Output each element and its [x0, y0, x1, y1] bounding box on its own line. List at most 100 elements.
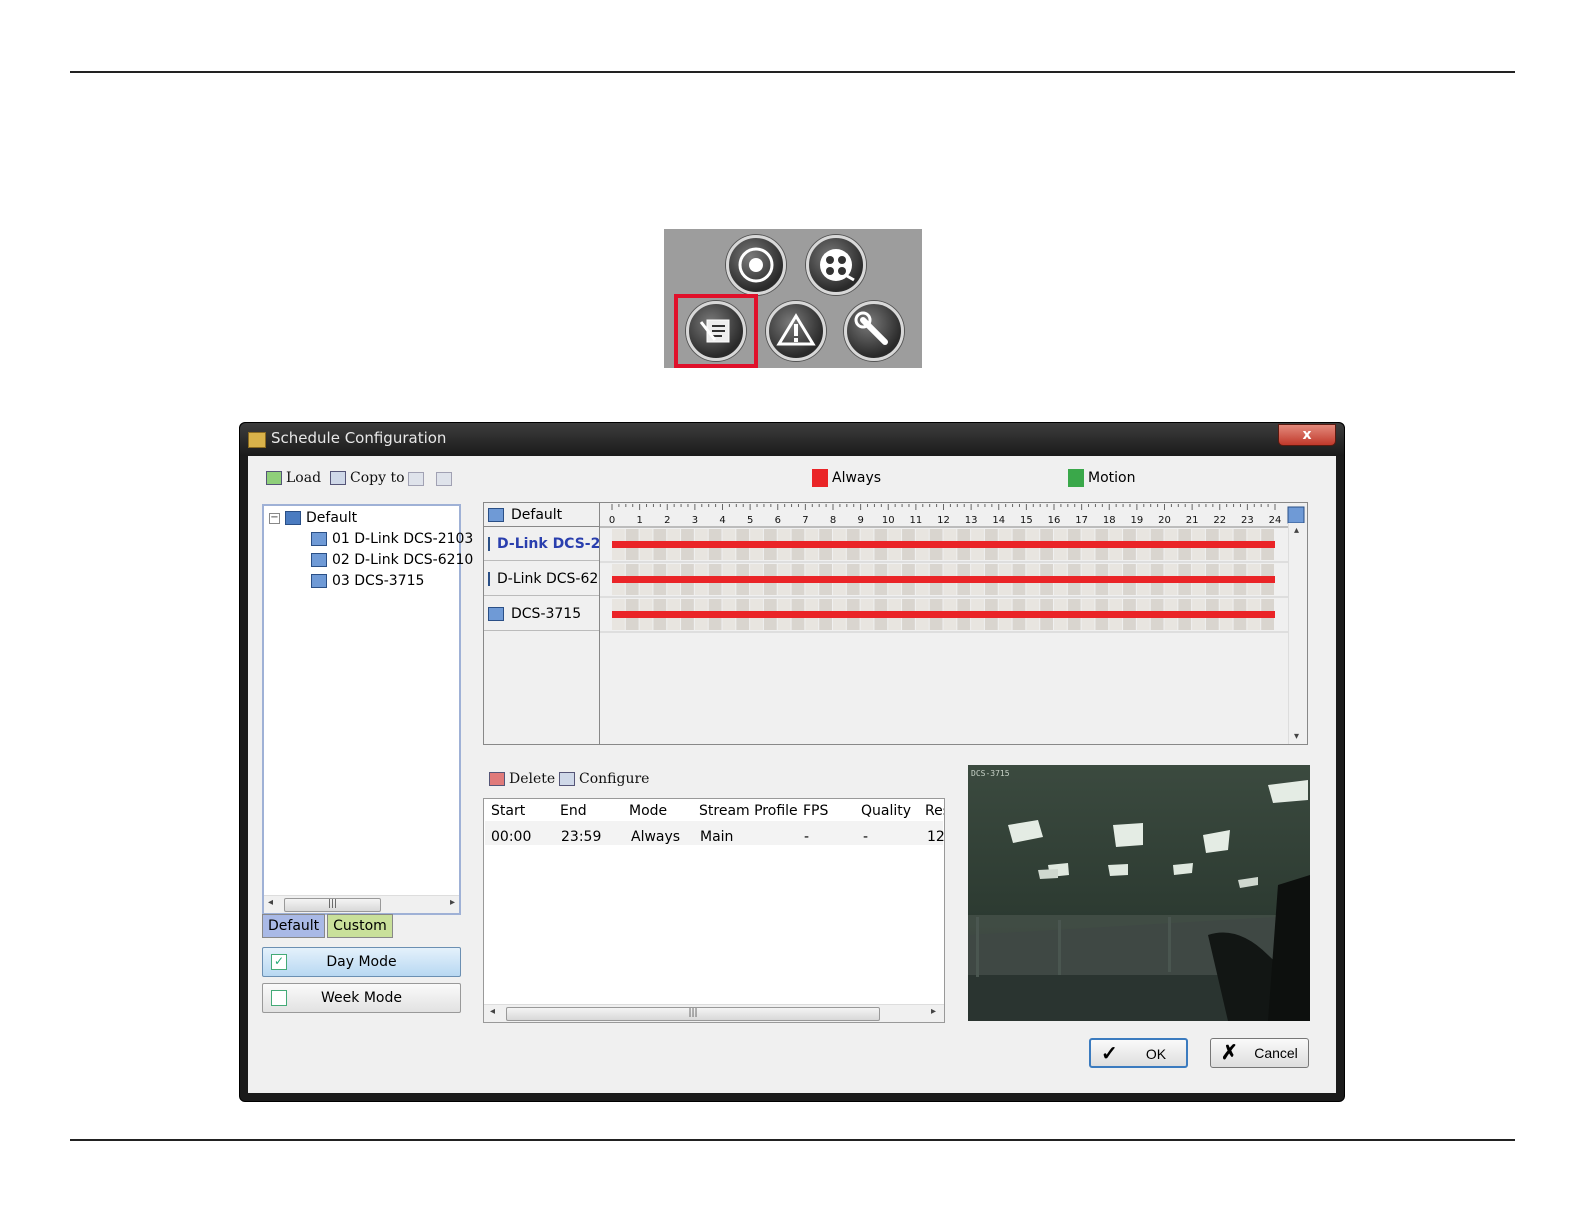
ok-button[interactable]: ✓ OK — [1089, 1038, 1188, 1068]
column-header[interactable]: Start — [491, 803, 525, 819]
tree-item[interactable]: 03 DCS-3715 — [311, 573, 424, 589]
camera-icon — [488, 571, 490, 586]
playback-icon[interactable] — [806, 235, 866, 295]
hour-label: 20 — [1158, 515, 1171, 526]
move-up-button[interactable] — [408, 472, 424, 486]
camera-tree: − Default 01 D-Link DCS-2103 02 D-Link D… — [262, 504, 473, 915]
window-title: Schedule Configuration — [271, 429, 447, 447]
cell: - — [804, 829, 810, 845]
tree-item[interactable]: 01 D-Link DCS-2103 — [311, 531, 473, 547]
column-header[interactable]: Quality — [861, 803, 911, 819]
schedule-row-camera[interactable]: D-Link DCS-6210 — [484, 562, 599, 596]
column-header[interactable]: Stream Profile — [699, 803, 798, 819]
column-header[interactable]: FPS — [803, 803, 828, 819]
camera-preview: DCS-3715 — [968, 765, 1310, 1021]
tab-custom[interactable]: Custom — [327, 914, 393, 938]
timeline[interactable]: 0 1 2 3 4 5 6 7 8 9 10 11 12 13 14 15 16 17 18 19 20 21 22 23 24 — [600, 503, 1306, 744]
camera-icon — [311, 553, 327, 567]
tab-default[interactable]: Default — [262, 914, 326, 938]
scroll-down-icon[interactable]: ▾ — [1294, 731, 1299, 742]
delete-label: Delete — [509, 771, 556, 787]
hour-label: 11 — [910, 515, 923, 526]
setup-icon[interactable] — [844, 301, 904, 361]
list-horizontal-scrollbar[interactable]: ◂ ||| ▸ — [484, 1004, 944, 1022]
hour-label: 1 — [636, 515, 642, 526]
scrollbar-thumb[interactable]: ||| — [506, 1007, 880, 1021]
ok-label: OK — [1145, 1046, 1167, 1062]
schedule-row-camera[interactable]: DCS-3715 — [484, 597, 599, 631]
tree-item[interactable]: 02 D-Link DCS-6210 — [311, 552, 473, 568]
hour-label: 6 — [775, 515, 781, 526]
scroll-right-icon[interactable]: ▸ — [450, 897, 455, 908]
delete-button[interactable]: Delete — [489, 771, 555, 787]
live-view-icon[interactable] — [726, 235, 786, 295]
hour-label: 3 — [692, 515, 698, 526]
collapse-icon[interactable]: − — [269, 512, 280, 524]
day-mode-checkbox[interactable]: ✓ — [271, 954, 287, 970]
grid-header: Default — [484, 503, 599, 527]
always-swatch — [812, 469, 828, 487]
hour-label: 18 — [1103, 515, 1116, 526]
day-mode-label: Day Mode — [326, 954, 397, 970]
cell: - — [863, 829, 869, 845]
column-header[interactable]: Mode — [629, 803, 667, 819]
bottom-rule — [70, 1139, 1515, 1141]
always-schedule-bar[interactable] — [612, 611, 1275, 618]
configure-button[interactable]: Configure — [559, 771, 649, 787]
cancel-button[interactable]: ✗ Cancel — [1210, 1038, 1309, 1068]
close-button[interactable]: x — [1278, 424, 1336, 446]
day-mode-button[interactable]: ✓ Day Mode — [262, 947, 461, 977]
move-down-icon — [436, 472, 452, 486]
group-icon — [285, 511, 301, 525]
week-mode-button[interactable]: Week Mode — [262, 983, 461, 1013]
tree-item-label: 03 DCS-3715 — [332, 573, 425, 589]
hour-label: 2 — [664, 515, 670, 526]
window-client-area: Load Copy to − Default 01 D-Link DCS-210… — [248, 456, 1336, 1093]
alarm-icon[interactable] — [766, 301, 826, 361]
cell: 23:59 — [561, 829, 602, 845]
tree-horizontal-scrollbar[interactable]: ◂ ||| ▸ — [264, 895, 459, 913]
load-label: Load — [286, 470, 322, 486]
tree-root[interactable]: − Default — [269, 510, 357, 526]
move-up-icon — [408, 472, 424, 486]
schedule-row-camera[interactable]: D-Link DCS-2103 — [484, 527, 599, 561]
copy-to-button[interactable]: Copy to — [330, 470, 405, 486]
copy-icon — [330, 471, 346, 485]
grid-vertical-scrollbar[interactable]: ▴ ▾ — [1288, 523, 1307, 744]
legend-always: Always — [812, 469, 881, 487]
tree-root-label: Default — [306, 510, 358, 526]
configure-icon — [559, 772, 575, 786]
column-header[interactable]: Res — [925, 803, 944, 819]
camera-icon — [488, 536, 490, 551]
schedule-configuration-window: Schedule Configuration x Load Copy to − … — [239, 422, 1345, 1102]
scroll-up-icon[interactable]: ▴ — [1294, 525, 1299, 536]
hour-label: 0 — [609, 515, 615, 526]
scroll-left-icon[interactable]: ◂ — [490, 1006, 495, 1017]
schedule-highlight — [674, 294, 758, 368]
camera-name-column: Default D-Link DCS-2103 D-Link DCS-6210 … — [484, 503, 600, 744]
cell: 128 — [927, 829, 945, 845]
move-down-button[interactable] — [436, 472, 452, 486]
week-mode-checkbox[interactable] — [271, 990, 287, 1006]
week-mode-label: Week Mode — [321, 990, 402, 1006]
hour-label: 14 — [992, 515, 1005, 526]
hour-label: 21 — [1186, 515, 1199, 526]
load-button[interactable]: Load — [266, 470, 321, 486]
preview-overlay-text: DCS-3715 — [971, 769, 1010, 778]
legend-always-label: Always — [832, 470, 882, 486]
scroll-right-icon[interactable]: ▸ — [931, 1006, 936, 1017]
always-schedule-bar[interactable] — [612, 541, 1275, 548]
check-icon: ✓ — [1101, 1043, 1118, 1065]
always-schedule-bar[interactable] — [612, 576, 1275, 583]
hour-label: 10 — [882, 515, 895, 526]
top-rule — [70, 71, 1515, 73]
scroll-left-icon[interactable]: ◂ — [268, 897, 273, 908]
scrollbar-thumb[interactable]: ||| — [284, 898, 381, 912]
camera-icon — [311, 574, 327, 588]
group-icon — [488, 507, 504, 522]
hour-label: 7 — [802, 515, 808, 526]
hour-label: 19 — [1131, 515, 1144, 526]
hour-label: 4 — [719, 515, 725, 526]
calendar-icon[interactable] — [1287, 506, 1305, 524]
column-header[interactable]: End — [560, 803, 587, 819]
